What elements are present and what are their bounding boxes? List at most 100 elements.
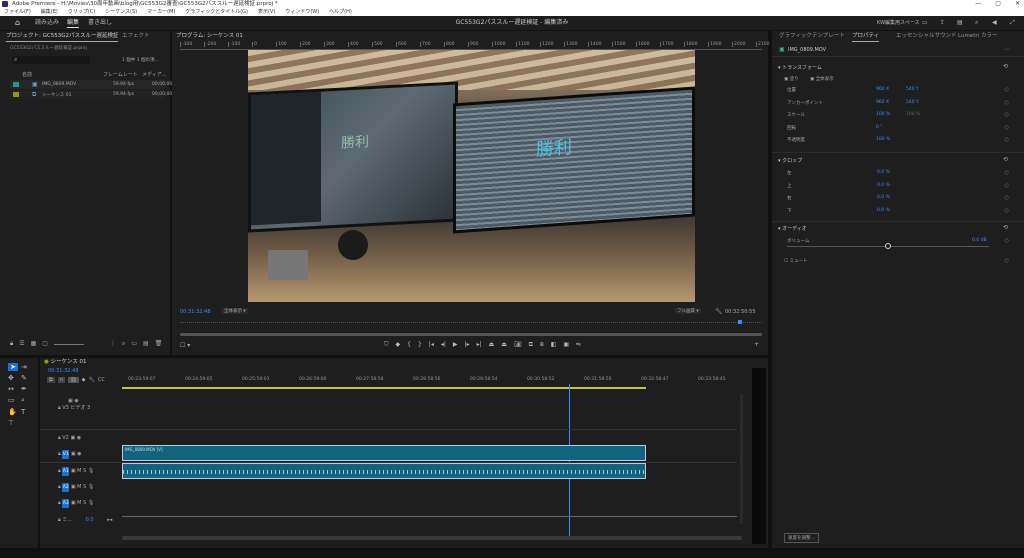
tab-sequence[interactable]: ● シーケンス 01 [44, 358, 87, 367]
menu-graphics[interactable]: グラフィックとタイトル(G) [185, 8, 248, 16]
volume-slider-handle[interactable] [885, 243, 891, 249]
lock-icon[interactable]: 🔒︎ [58, 500, 61, 506]
property-value[interactable]: 960 X [876, 87, 889, 92]
mix-volume[interactable]: 0.0 [74, 517, 94, 523]
zoom-slider[interactable] [53, 344, 84, 345]
track-v2[interactable]: V2 [62, 435, 69, 441]
tab-project[interactable]: プロジェクト: GC553G2パススルー遅延検証 [6, 32, 119, 42]
menu-sequence[interactable]: シーケンス(S) [105, 8, 137, 16]
tab-properties[interactable]: プロパティ [852, 32, 880, 42]
keyframe-icon[interactable]: ◇ [1004, 124, 1009, 131]
keyframe-icon[interactable]: ◇ [1004, 111, 1009, 118]
menu-help[interactable]: ヘルプ(H) [329, 8, 352, 16]
mute-checkbox[interactable]: ☐ ミュート [784, 258, 807, 264]
fill-toggle[interactable]: ▣ 塗り [784, 76, 799, 82]
keyframe-icon[interactable]: ◇ [1004, 136, 1009, 143]
lock-icon[interactable]: 🔒︎ [58, 451, 61, 457]
column-name[interactable]: 名前 [22, 71, 32, 78]
add-marker-icon[interactable]: ◆ [82, 377, 86, 383]
add-marker-icon[interactable]: ◆ [396, 341, 401, 349]
property-value[interactable]: 100 % [876, 112, 890, 117]
progress-icon[interactable]: ▤ [957, 16, 963, 30]
section-transform[interactable]: ▾ トランスフォーム [778, 64, 822, 71]
tab-lumetri[interactable]: Lumetri カラー [958, 32, 997, 41]
keyframe-icon[interactable]: ◇ [1004, 237, 1009, 244]
go-to-in-icon[interactable]: |◂ [429, 341, 434, 349]
go-to-out-icon[interactable]: ▸| [477, 341, 482, 349]
column-media[interactable]: メディア... [142, 71, 166, 78]
slip-tool-icon[interactable]: ↔ [8, 385, 18, 393]
panel-layout-icon[interactable]: ▭ [922, 16, 928, 30]
trash-icon[interactable]: 🗑︎ [155, 340, 163, 348]
type-tool-icon[interactable]: T [21, 408, 31, 416]
freeform-view-icon[interactable]: ▢ [42, 340, 48, 348]
search-input[interactable]: ⌕ [12, 56, 90, 64]
tab-effects[interactable]: エフェクト [122, 32, 150, 41]
play-icon[interactable]: ▶ [453, 341, 458, 349]
fit-toggle[interactable]: ▣ 全体表示 [810, 76, 834, 82]
timeline-settings-icon[interactable]: 🔧︎ [88, 377, 94, 383]
lock-icon[interactable]: 🔒︎ [58, 468, 61, 474]
keyframe-icon[interactable]: ◇ [1004, 99, 1009, 106]
vertical-scrollbar[interactable] [740, 394, 743, 524]
track-v3[interactable]: V3 [62, 405, 69, 411]
playhead-timecode[interactable]: 00:31:32:48 [180, 309, 211, 315]
track-select-tool-icon[interactable]: ⇥ [21, 363, 31, 371]
zoom-select[interactable]: 全体表示 ▾ [222, 308, 248, 314]
list-view-icon[interactable]: ☰ [19, 340, 24, 348]
step-back-icon[interactable]: ◂| [441, 341, 446, 349]
maximize-button[interactable]: ▢ [995, 0, 1001, 8]
go-to-end-icon[interactable]: ▸◂ [95, 517, 112, 523]
search-icon[interactable]: ⌕ [975, 16, 978, 30]
mic-icon[interactable]: 🎙︎ [88, 468, 94, 474]
captions-icon[interactable]: CC [98, 377, 105, 383]
keyframe-icon[interactable]: ◇ [1004, 194, 1009, 201]
keyframe-icon[interactable]: ◇ [1004, 182, 1009, 189]
reset-icon[interactable]: ⟲ [1003, 156, 1008, 163]
property-value[interactable]: 0.0 % [877, 208, 890, 213]
workspace-selector[interactable]: KW編集用スペース [877, 16, 919, 30]
mini-timeline[interactable] [180, 322, 762, 325]
keyframe-icon[interactable]: ◇ [1004, 207, 1009, 214]
adjust-speed-button[interactable]: 速度を調整... [784, 533, 819, 543]
lock-icon[interactable]: 🔒︎ [58, 517, 61, 523]
lock-icon[interactable]: 🔒︎ [10, 340, 13, 348]
selection-tool-icon[interactable]: ➤ [8, 363, 18, 371]
lock-icon[interactable]: 🔒︎ [58, 484, 61, 490]
caption-tool-icon[interactable]: ⊤ [8, 419, 18, 427]
timeline-scrollbar[interactable] [122, 536, 742, 540]
property-value[interactable]: 540 Y [906, 87, 919, 92]
tab-graphic-templates[interactable]: グラフィックテンプレート [779, 32, 845, 41]
property-value[interactable]: 100 % [876, 137, 890, 142]
export-frame-icon[interactable]: 📷︎ [514, 341, 522, 349]
wrench-icon[interactable]: 🔧︎ [715, 308, 723, 315]
keyframe-icon[interactable]: ◇ [1004, 169, 1009, 176]
property-value[interactable]: 0.0 % [877, 183, 890, 188]
menu-view[interactable]: 表示(V) [258, 8, 275, 16]
reset-icon[interactable]: ⟲ [1003, 224, 1008, 231]
close-button[interactable]: ✕ [1015, 0, 1020, 8]
hand-tool-icon[interactable]: ✋ [8, 408, 18, 416]
menu-edit[interactable]: 編集(E) [41, 8, 58, 16]
mini-playhead[interactable] [738, 320, 742, 324]
track-a3[interactable]: A3 [62, 499, 70, 508]
property-value[interactable]: 100 % [906, 112, 920, 117]
settings-icon[interactable]: ⇋ [576, 341, 581, 349]
resolution-select[interactable]: フル画質 ▾ [675, 308, 701, 314]
razor-tool-icon[interactable]: ✎ [21, 374, 31, 382]
extract-icon[interactable]: ⏏ [501, 341, 507, 349]
timeline-timecode[interactable]: 00:31:32:48 [48, 368, 79, 374]
automate-icon[interactable]: ⋮ [110, 340, 116, 348]
zoom-scrollbar[interactable] [180, 333, 762, 336]
section-crop[interactable]: ▾ クロップ [778, 157, 802, 164]
menu-marker[interactable]: マーカー(M) [147, 8, 175, 16]
menu-window[interactable]: ウィンドウ(W) [285, 8, 319, 16]
work-area-bar[interactable] [122, 387, 646, 389]
mark-out-icon[interactable]: } [418, 341, 422, 349]
property-value[interactable]: 960 X [876, 100, 889, 105]
step-forward-icon[interactable]: |▸ [465, 341, 470, 349]
volume-value[interactable]: 0.0 dB [972, 238, 987, 243]
zoom-tool-icon[interactable]: ⌕ [21, 396, 31, 405]
comparison-icon[interactable]: ⧉ [529, 341, 533, 349]
project-item[interactable]: ⧉ シーケンス 01 59.94 fps 00;00;00 [10, 90, 172, 99]
